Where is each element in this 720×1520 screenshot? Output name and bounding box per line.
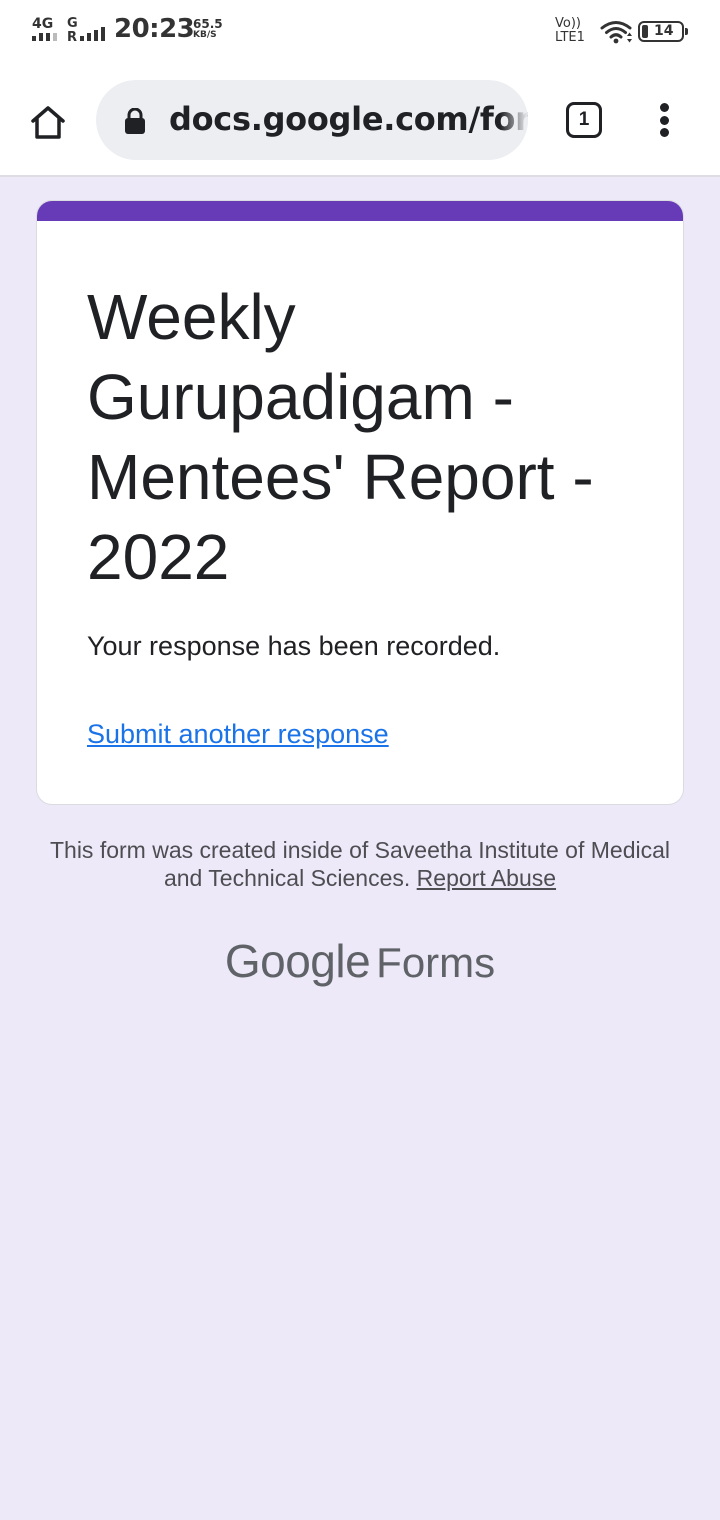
signal-strength-icon <box>32 33 57 41</box>
form-accent-bar <box>37 201 683 221</box>
form-footer-note: This form was created inside of Saveetha… <box>40 836 680 892</box>
lock-icon <box>124 107 146 139</box>
form-card: Weekly Gurupadigam - Mentees' Report - 2… <box>36 200 684 805</box>
tab-switcher-button[interactable]: 1 <box>566 102 602 138</box>
network-speed-value: 65.5 <box>193 17 223 31</box>
network-speed-unit: KB/S <box>193 30 217 40</box>
form-title: Weekly Gurupadigam - Mentees' Report - 2… <box>87 281 594 593</box>
clock: 20:23 <box>114 14 195 44</box>
network-speed: 65.5 KB/S <box>193 17 223 41</box>
battery-icon: 14 <box>638 21 688 42</box>
home-icon[interactable] <box>24 98 72 146</box>
address-bar[interactable]: docs.google.com/forms <box>96 80 528 160</box>
wifi-icon <box>600 20 632 49</box>
report-abuse-link[interactable]: Report Abuse <box>417 865 556 891</box>
google-forms-logo[interactable]: Google Forms <box>0 934 720 988</box>
brand-google: Google <box>224 935 371 987</box>
status-bar: 4G G R 20:23 65.5 KB/S Vo)) LTE1 14 <box>0 0 720 64</box>
submit-another-response-link[interactable]: Submit another response <box>87 719 389 750</box>
volte-label: Vo)) <box>555 16 581 31</box>
footer-note-text: This form was created inside of Saveetha… <box>49 837 671 891</box>
network-type-label-2: G <box>67 16 78 31</box>
lte-label: LTE1 <box>555 30 585 45</box>
brand-forms: Forms <box>376 939 496 986</box>
volte-indicator: Vo)) LTE1 <box>555 17 585 45</box>
roaming-label: R <box>67 30 78 45</box>
confirmation-message: Your response has been recorded. <box>87 631 501 661</box>
battery-level-label: 14 <box>654 23 674 39</box>
url-fade <box>500 80 528 160</box>
url-text: docs.google.com/forms <box>169 100 528 138</box>
signal-strength-icon-2 <box>80 27 105 41</box>
more-vert-icon[interactable] <box>644 100 684 140</box>
browser-toolbar: docs.google.com/forms 1 <box>0 64 720 177</box>
battery-level-fill <box>642 25 648 38</box>
network-type-label: 4G <box>32 16 54 32</box>
